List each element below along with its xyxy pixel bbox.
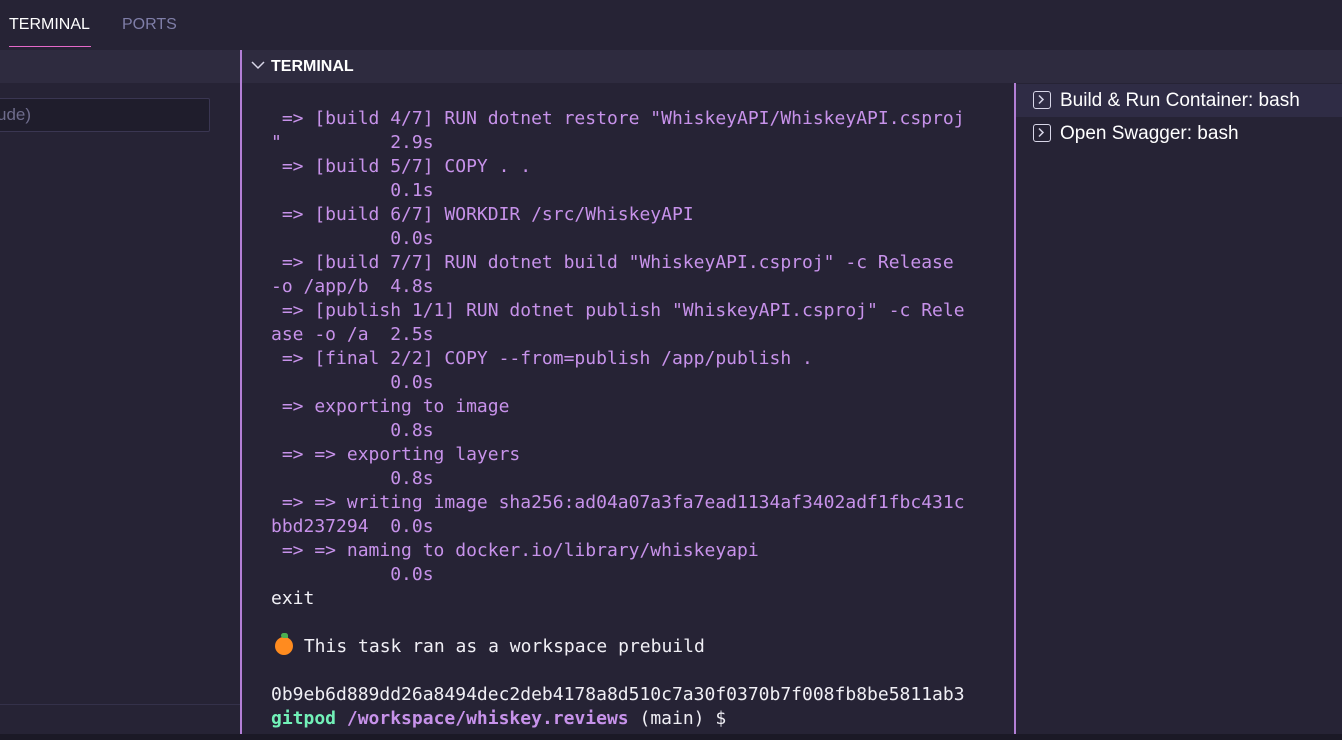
terminal-line: 0.0s <box>271 227 965 251</box>
terminal-line: => exporting to image <box>271 395 965 419</box>
terminal-tab-label: Build & Run Container: bash <box>1060 90 1300 111</box>
left-sidebar <box>0 50 240 734</box>
terminal-line-text: bbd237294 0.0s <box>271 516 434 537</box>
terminal-line: bbd237294 0.0s <box>271 515 965 539</box>
terminal-line: => => writing image sha256:ad04a07a3fa7e… <box>271 491 965 515</box>
left-sidebar-header <box>0 50 240 83</box>
terminal-line-text: ase -o /a 2.5s <box>271 324 434 345</box>
terminal-line: => [build 5/7] COPY . . <box>271 155 965 179</box>
terminal-lines: => [build 4/7] RUN dotnet restore "Whisk… <box>271 107 965 731</box>
terminal-line-text: 0.0s <box>271 228 434 249</box>
terminal-line: => [build 4/7] RUN dotnet restore "Whisk… <box>271 107 965 131</box>
terminal-line-text: 0.8s <box>271 420 434 441</box>
terminal-line-text: exit <box>271 588 315 609</box>
terminal-tabs-list: Build & Run Container: bash Open Swagger… <box>1016 83 1342 734</box>
terminal-line-text: => [build 6/7] WORKDIR /src/WhiskeyAPI <box>271 204 694 225</box>
terminal-line-text: => [build 4/7] RUN dotnet restore "Whisk… <box>271 108 965 129</box>
terminal-line: => [build 7/7] RUN dotnet build "Whiskey… <box>271 251 965 275</box>
terminal-line-text: => [publish 1/1] RUN dotnet publish "Whi… <box>271 300 965 321</box>
terminal-line: 0.8s <box>271 467 965 491</box>
terminal-line: 0.1s <box>271 179 965 203</box>
prompt-path: /workspace/whiskey.reviews <box>346 708 629 729</box>
terminal-line-text: => [build 7/7] RUN dotnet build "Whiskey… <box>271 252 954 273</box>
terminal-line: => [publish 1/1] RUN dotnet publish "Whi… <box>271 299 965 323</box>
terminal-line: -o /app/b 4.8s <box>271 275 965 299</box>
terminal-line: => => exporting layers <box>271 443 965 467</box>
terminal-line-text: This task ran as a workspace prebuild <box>293 636 705 657</box>
vscode-panel: TERMINAL PORTS TERMINAL => [build 4/7] R… <box>0 0 1342 740</box>
tab-terminal[interactable]: TERMINAL <box>9 0 91 47</box>
terminal-line-text: => => writing image sha256:ad04a07a3fa7e… <box>271 492 965 513</box>
terminal-line: => => naming to docker.io/library/whiske… <box>271 539 965 563</box>
terminal-line: exit <box>271 587 965 611</box>
terminal-line: => [final 2/2] COPY --from=publish /app/… <box>271 347 965 371</box>
terminal-output[interactable]: => [build 4/7] RUN dotnet restore "Whisk… <box>242 83 1014 734</box>
terminal-tab-build-run-container[interactable]: Build & Run Container: bash <box>1016 84 1342 117</box>
tab-ports[interactable]: PORTS <box>122 0 177 46</box>
terminal-line: 0.0s <box>271 371 965 395</box>
terminal-prompt[interactable]: gitpod /workspace/whiskey.reviews (main)… <box>271 707 965 731</box>
terminal-line-text: 0.8s <box>271 468 434 489</box>
terminal-line: 0.0s <box>271 563 965 587</box>
terminal-line: 0.8s <box>271 419 965 443</box>
prompt-branch: (main) $ <box>639 708 727 729</box>
chevron-down-icon[interactable] <box>250 57 266 73</box>
terminal-icon <box>1033 91 1051 109</box>
terminal-line-text: 0.0s <box>271 372 434 393</box>
terminal-icon <box>1033 124 1051 142</box>
terminal-line-text: 0.1s <box>271 180 434 201</box>
terminal-line-text: => => exporting layers <box>271 444 521 465</box>
orange-fruit-icon <box>275 633 293 655</box>
terminal-line-text: 0b9eb6d889dd26a8494dec2deb4178a8d510c7a3… <box>271 684 965 705</box>
terminal-line: => [build 6/7] WORKDIR /src/WhiskeyAPI <box>271 203 965 227</box>
terminal-line-text: " 2.9s <box>271 132 434 153</box>
terminal-line-text: => [final 2/2] COPY --from=publish /app/… <box>271 348 813 369</box>
terminal-section-title: TERMINAL <box>271 58 354 75</box>
terminal-tab-label: Open Swagger: bash <box>1060 123 1239 144</box>
terminal-line: 0b9eb6d889dd26a8494dec2deb4178a8d510c7a3… <box>271 683 965 707</box>
status-bar-edge <box>0 734 1342 740</box>
terminal-line-text: => [build 5/7] COPY . . <box>271 156 532 177</box>
terminal-line: " 2.9s <box>271 131 965 155</box>
terminal-tab-open-swagger[interactable]: Open Swagger: bash <box>1016 117 1342 150</box>
terminal-line: This task ran as a workspace prebuild <box>271 633 965 659</box>
panel-tab-bar: TERMINAL PORTS <box>0 0 1342 50</box>
terminal-line: ase -o /a 2.5s <box>271 323 965 347</box>
prompt-user: gitpod <box>271 708 337 729</box>
terminal-line-text: => => naming to docker.io/library/whiske… <box>271 540 759 561</box>
filter-input[interactable] <box>0 98 210 132</box>
terminal-line-text: => exporting to image <box>271 396 510 417</box>
terminal-line-text: 0.0s <box>271 564 434 585</box>
terminal-line-text: -o /app/b 4.8s <box>271 276 434 297</box>
terminal-section-header[interactable] <box>242 50 1342 83</box>
left-sidebar-divider <box>0 704 240 705</box>
